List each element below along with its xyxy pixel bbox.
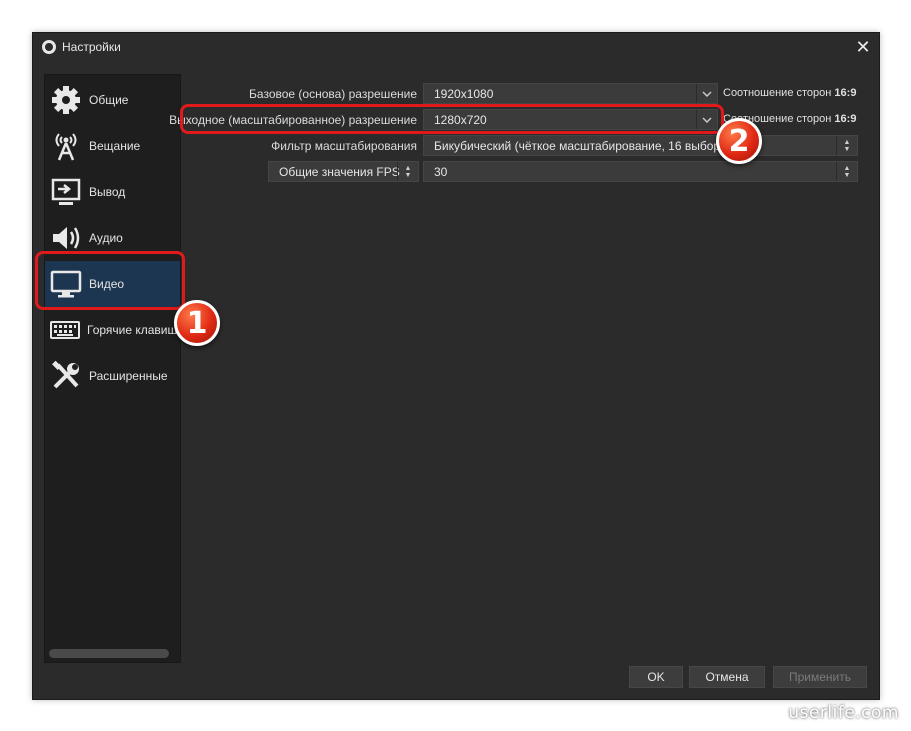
broadcast-icon [49, 129, 83, 163]
watermark: userlife.com [788, 703, 899, 723]
updown-arrows-icon[interactable]: ▲ ▼ [836, 162, 857, 181]
base-aspect-ratio: Соотношение сторон 16:9 [723, 87, 856, 99]
fps-value: 30 [434, 164, 448, 179]
step-1-badge: 1 [174, 300, 220, 346]
base-resolution-combo[interactable]: 1920x1080 [423, 83, 718, 104]
fps-type-label: Общие значения FPS [279, 164, 400, 179]
obs-logo-icon [42, 40, 56, 54]
video-highlight-frame [35, 251, 185, 310]
sidebar-item-output[interactable]: Вывод [45, 169, 180, 215]
sidebar-item-label: Вещание [89, 139, 141, 153]
close-button[interactable]: ✕ [853, 37, 873, 57]
base-aspect-value: 16:9 [834, 87, 857, 99]
base-aspect-label: Соотношение сторон [723, 87, 832, 99]
apply-button[interactable]: Применить [773, 666, 867, 688]
step-2-badge: 2 [716, 118, 762, 164]
output-icon [49, 175, 83, 209]
sidebar-scrollbar[interactable] [49, 649, 169, 658]
keyboard-icon [49, 313, 81, 347]
cancel-button[interactable]: Отмена [689, 666, 765, 688]
sidebar-item-label: Расширенные [89, 369, 168, 383]
updown-arrows-icon[interactable]: ▲ ▼ [836, 136, 857, 155]
base-resolution-value: 1920x1080 [434, 86, 494, 101]
sidebar-item-label: Вывод [89, 185, 126, 199]
sidebar-item-hotkeys[interactable]: Горячие клавиши [45, 307, 180, 353]
downscale-filter-value: Бикубический (чёткое масштабирование, 16… [434, 138, 736, 153]
fps-type-combo[interactable]: Общие значения FPS ▲ ▼ [268, 161, 419, 182]
output-resolution-highlight-frame [180, 104, 724, 134]
ok-button[interactable]: OK [629, 666, 683, 688]
settings-sidebar: Общие Вещание Вывод Аудио Видео Горячие … [44, 74, 181, 663]
downscale-filter-label: Фильтр масштабирования [271, 139, 417, 153]
chevron-down-icon[interactable] [696, 84, 717, 103]
updown-arrows-icon[interactable]: ▲ ▼ [397, 162, 418, 181]
window-title: Настройки [62, 40, 121, 54]
sidebar-item-label: Аудио [89, 231, 123, 245]
sidebar-item-label: Общие [89, 93, 129, 107]
tools-icon [49, 359, 83, 393]
gear-icon [49, 83, 83, 117]
sidebar-item-advanced[interactable]: Расширенные [45, 353, 180, 399]
sidebar-item-label: Горячие клавиши [87, 323, 181, 337]
speaker-icon [49, 221, 83, 255]
title-bar: Настройки ✕ [33, 33, 879, 61]
sidebar-item-stream[interactable]: Вещание [45, 123, 180, 169]
downscale-filter-combo[interactable]: Бикубический (чёткое масштабирование, 16… [423, 135, 858, 156]
sidebar-item-general[interactable]: Общие [45, 77, 180, 123]
fps-value-combo[interactable]: 30 ▲ ▼ [423, 161, 858, 182]
base-resolution-label: Базовое (основа) разрешение [249, 87, 417, 101]
output-aspect-value: 16:9 [834, 113, 857, 125]
